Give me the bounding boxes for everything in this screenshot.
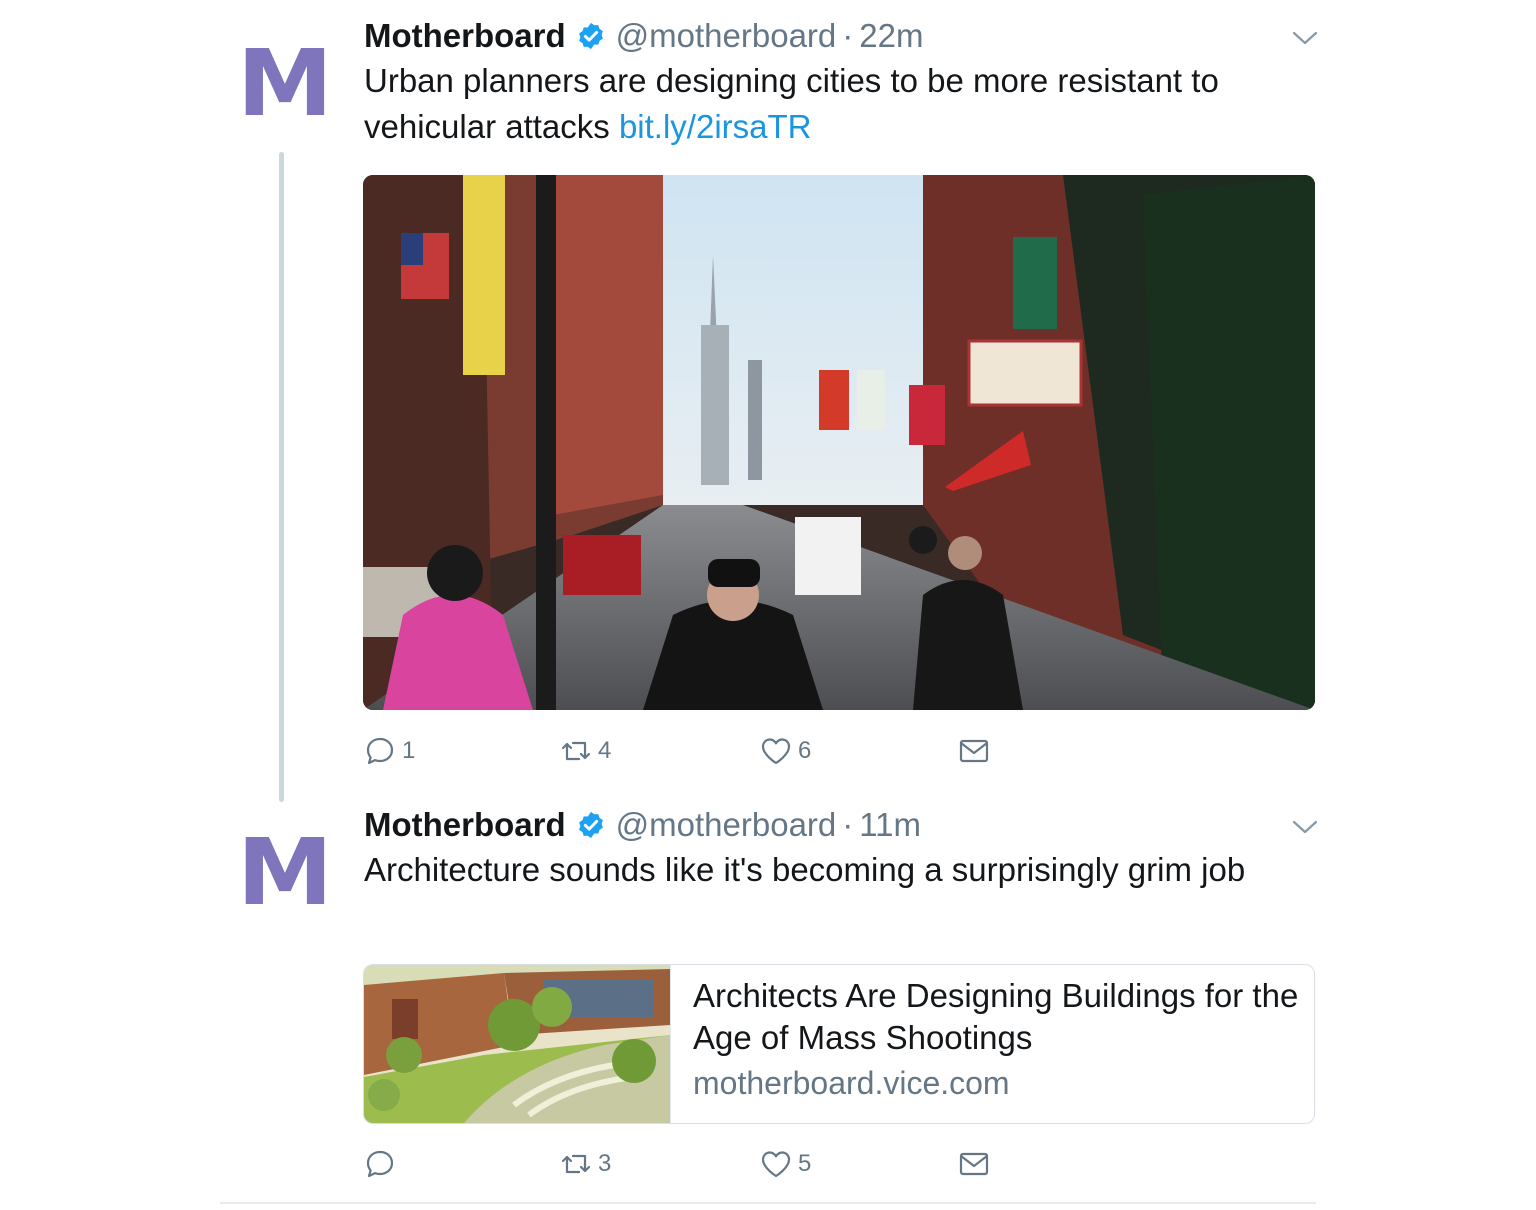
reply-count: 1 — [402, 737, 416, 764]
direct-message-button[interactable] — [956, 731, 992, 771]
retweet-count: 3 — [598, 1150, 612, 1177]
chevron-down-icon[interactable] — [1292, 30, 1318, 46]
like-count: 6 — [798, 737, 812, 764]
separator: · — [842, 806, 854, 843]
retweet-button[interactable]: 3 — [558, 1144, 611, 1184]
retweet-icon — [561, 1154, 591, 1174]
avatar[interactable]: M — [234, 30, 333, 137]
direct-message-icon — [959, 739, 989, 763]
separator: · — [842, 17, 854, 54]
chevron-down-icon[interactable] — [1292, 819, 1318, 835]
card-domain: motherboard.vice.com — [693, 1065, 1010, 1101]
like-button[interactable]: 5 — [758, 1144, 811, 1184]
thread-line — [279, 152, 284, 802]
display-name[interactable]: Motherboard — [364, 17, 566, 55]
direct-message-icon — [959, 1152, 989, 1176]
tweet-header: Motherboard @motherboard · 11m — [364, 805, 921, 845]
retweet-count: 4 — [598, 737, 612, 764]
tweet-actions: 1 4 6 — [362, 731, 1022, 771]
reply-button[interactable] — [362, 1144, 402, 1184]
reply-button[interactable]: 1 — [362, 731, 415, 771]
timestamp[interactable]: 22m — [859, 17, 923, 55]
tweet-header: Motherboard @motherboard · 22m — [364, 16, 923, 56]
tweet-body: Architecture sounds like it's becoming a… — [364, 851, 1246, 888]
avatar-logo: M — [237, 819, 333, 926]
tweet-link[interactable]: bit.ly/2irsaTR — [619, 108, 812, 145]
verified-badge-icon — [576, 21, 606, 51]
tweet-actions: 3 5 — [362, 1144, 1022, 1184]
display-name[interactable]: Motherboard — [364, 806, 566, 844]
divider — [220, 1202, 1316, 1204]
handle[interactable]: @motherboard — [616, 17, 837, 55]
timestamp[interactable]: 11m — [859, 806, 921, 844]
verified-badge-icon — [576, 810, 606, 840]
tweet-text: Urban planners are designing cities to b… — [364, 58, 1324, 150]
heart-icon — [761, 1151, 791, 1178]
link-card[interactable]: Architects Are Designing Buildings for t… — [363, 964, 1315, 1124]
direct-message-button[interactable] — [956, 1144, 992, 1184]
heart-icon — [761, 738, 791, 765]
tweet-text: Architecture sounds like it's becoming a… — [364, 847, 1294, 893]
avatar-logo: M — [237, 30, 333, 137]
tweet-photo[interactable] — [363, 175, 1315, 710]
card-title: Architects Are Designing Buildings for t… — [693, 977, 1299, 1056]
like-count: 5 — [798, 1150, 812, 1177]
like-button[interactable]: 6 — [758, 731, 811, 771]
retweet-button[interactable]: 4 — [558, 731, 611, 771]
card-thumbnail — [364, 965, 671, 1123]
avatar[interactable]: M — [234, 819, 333, 926]
handle[interactable]: @motherboard — [616, 806, 837, 844]
reply-icon — [366, 737, 394, 765]
retweet-icon — [561, 741, 591, 761]
reply-icon — [366, 1150, 394, 1178]
